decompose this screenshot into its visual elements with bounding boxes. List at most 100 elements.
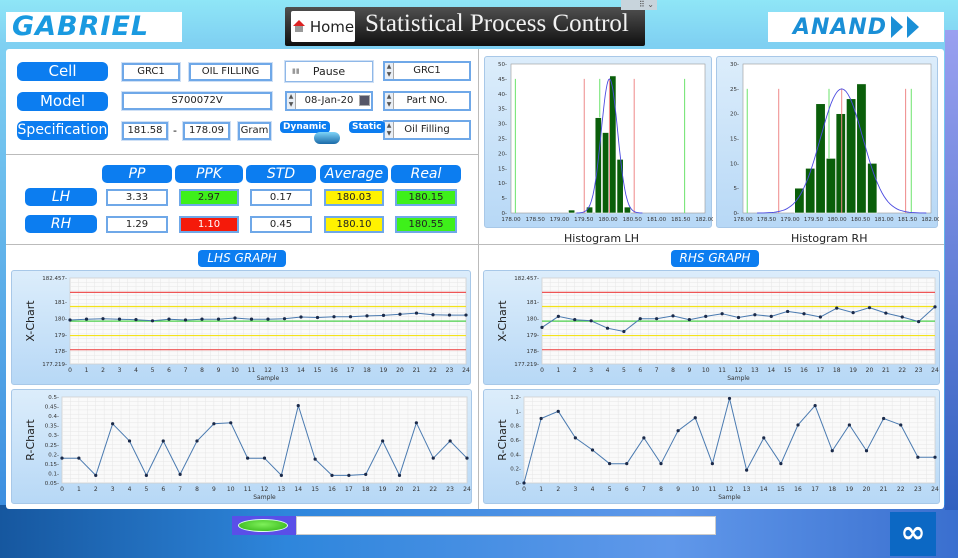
x-tick-label: 24 xyxy=(931,367,939,374)
home-button[interactable]: Home xyxy=(291,11,355,42)
divider xyxy=(6,154,478,155)
data-point xyxy=(622,329,626,334)
spin-arrows-icon[interactable]: ▲ ▼ xyxy=(385,93,394,109)
x-tick-label: 17 xyxy=(345,486,353,493)
data-point xyxy=(347,473,351,477)
x-tick-label: 15 xyxy=(784,367,792,374)
x-axis-label: Sample xyxy=(718,494,741,501)
histogram-bar xyxy=(586,206,594,214)
y-tick-label: 25- xyxy=(498,137,507,143)
x-tick-label: 5 xyxy=(151,367,155,374)
x-tick-label: 11 xyxy=(248,367,256,374)
data-point xyxy=(638,317,642,321)
x-tick-label: 14 xyxy=(294,486,302,493)
status-message xyxy=(296,516,716,535)
data-point xyxy=(745,468,749,472)
x-axis-label: Sample xyxy=(727,375,750,382)
x-tick-label: 5 xyxy=(622,367,626,374)
x-tick-label: 12 xyxy=(264,367,272,374)
data-point xyxy=(447,313,452,317)
x-tick-label: 180.00 xyxy=(598,217,618,223)
data-point xyxy=(381,439,385,443)
histogram-bar xyxy=(594,117,602,214)
data-point xyxy=(642,436,646,440)
x-tick-label: 11 xyxy=(718,367,726,374)
x-tick-label: 181.00 xyxy=(874,217,894,223)
specification-label: Specification xyxy=(17,121,108,140)
data-point xyxy=(448,439,452,443)
spec-upper-field[interactable]: 181.58 xyxy=(122,122,168,140)
x-tick-label: 16 xyxy=(800,367,808,374)
x-tick-label: 9 xyxy=(687,367,691,374)
spin-arrows-icon[interactable]: ▲ ▼ xyxy=(287,93,296,109)
x-tick-label: 4 xyxy=(591,486,595,493)
data-point xyxy=(687,318,691,322)
dynamic-static-toggle[interactable] xyxy=(314,132,340,144)
x-tick-label: 6 xyxy=(638,367,642,374)
x-tick-label: 1 xyxy=(539,486,543,493)
data-point xyxy=(299,315,303,319)
y-tick-label: 1- xyxy=(516,409,521,415)
histogram-bar xyxy=(609,75,617,214)
x-tick-label: 180.50 xyxy=(851,217,871,223)
x-tick-label: 180.50 xyxy=(623,217,643,223)
x-tick-label: 2 xyxy=(94,486,98,493)
histogram-lh-title: Histogram LH xyxy=(564,232,639,245)
spin-arrows-icon[interactable]: ▲ ▼ xyxy=(385,122,394,138)
x-tick-label: 9 xyxy=(217,367,221,374)
y-tick-label: 181- xyxy=(527,300,539,306)
data-point xyxy=(249,317,254,321)
data-point xyxy=(348,315,353,319)
histogram-bar xyxy=(623,206,631,214)
data-point xyxy=(933,305,937,309)
spec-lower-field[interactable]: 178.09 xyxy=(183,122,230,140)
data-point xyxy=(431,313,435,317)
x-tick-label: 2 xyxy=(573,367,577,374)
chevron-right-icon xyxy=(891,16,904,38)
x-tick-label: 181.50 xyxy=(671,217,691,223)
x-tick-label: 22 xyxy=(429,367,437,374)
x-tick-label: 17 xyxy=(347,367,355,374)
data-point xyxy=(900,315,904,319)
calendar-icon[interactable] xyxy=(359,95,370,106)
x-tick-label: 4 xyxy=(128,486,132,493)
data-point xyxy=(262,456,267,460)
vertical-divider xyxy=(478,49,479,509)
data-point xyxy=(127,439,132,443)
x-tick-label: 0 xyxy=(540,367,544,374)
anand-logo-text: ANAND xyxy=(792,14,888,40)
x-tick-label: 1 xyxy=(556,367,560,374)
data-point xyxy=(786,309,790,314)
x-tick-label: 2 xyxy=(556,486,560,493)
data-point xyxy=(365,314,369,318)
x-tick-label: 0 xyxy=(68,367,72,374)
status-indicator xyxy=(232,516,296,535)
x-tick-label: 19 xyxy=(379,486,387,493)
pause-button[interactable]: ▮▮ Pause xyxy=(285,61,373,82)
y-tick-label: 179- xyxy=(527,333,539,339)
x-tick-label: 10 xyxy=(702,367,710,374)
x-tick-label: 12 xyxy=(735,367,743,374)
x-tick-label: 18 xyxy=(828,486,836,493)
window-controls[interactable]: ⠿ ⌄ xyxy=(621,0,657,10)
data-point xyxy=(414,311,419,315)
rhs-graph-label: RHS GRAPH xyxy=(671,250,759,267)
x-tick-label: 21 xyxy=(413,367,421,374)
histogram-lh: 0-5-10-15-20-25-30-35-40-45-50-178.00 178… xyxy=(498,62,713,223)
part-select[interactable]: ▲ ▼ Part NO. xyxy=(383,91,471,111)
histogram-bar xyxy=(825,158,836,214)
x-tick-label: 3 xyxy=(589,367,593,374)
process-select[interactable]: ▲ ▼ Oil Filling xyxy=(383,120,471,140)
x-tick-label: 6 xyxy=(167,367,171,374)
spin-arrows-icon[interactable]: ▲ ▼ xyxy=(385,63,394,79)
data-point xyxy=(899,423,903,427)
y-tick-label: 177.219- xyxy=(514,362,539,368)
data-point xyxy=(573,318,577,322)
cell-select[interactable]: ▲ ▼ GRC1 xyxy=(383,61,471,81)
y-tick-label: 10- xyxy=(498,181,507,187)
date-picker[interactable]: ▲ ▼ 08-Jan-20 xyxy=(285,91,373,111)
cell-field: GRC1 xyxy=(122,63,180,81)
data-point xyxy=(68,318,72,322)
x-chart-rh-box: 177.219- 178- 179- 180- 181- 182.457- 0 1 2 3 4 5 6 7… xyxy=(483,270,940,385)
data-point xyxy=(608,462,612,466)
